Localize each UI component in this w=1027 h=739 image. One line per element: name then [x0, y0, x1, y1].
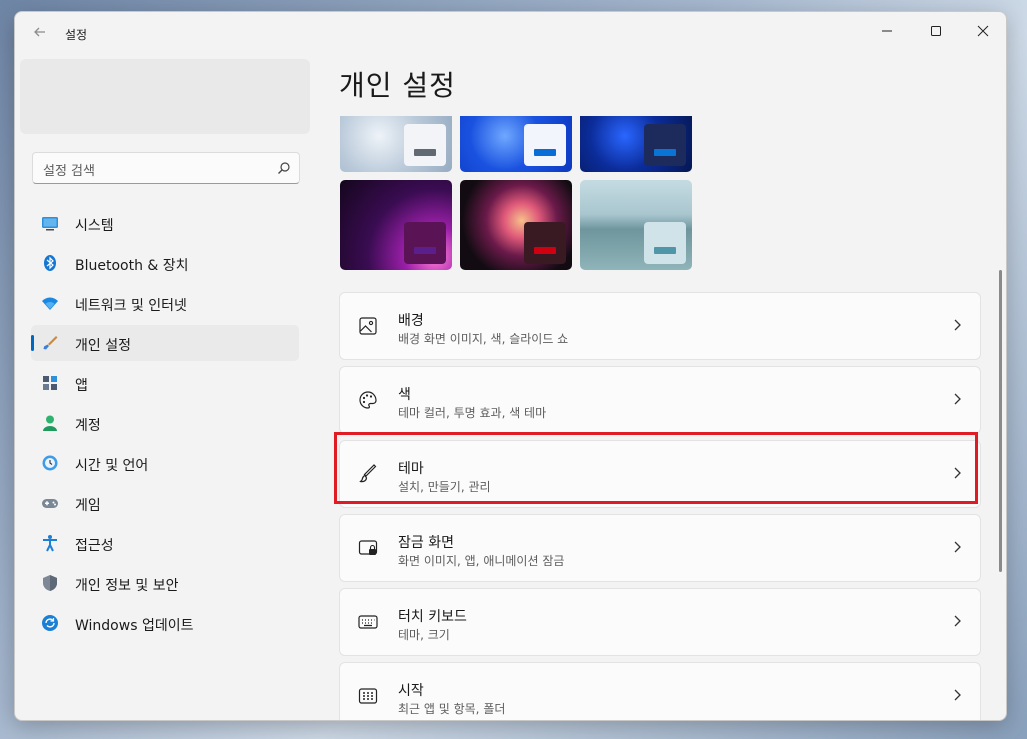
card-lock-screen[interactable]: 잠금 화면 화면 이미지, 앱, 애니메이션 잠금: [339, 514, 981, 582]
sidebar-item-accessibility[interactable]: 접근성: [31, 525, 299, 561]
theme-tile-glow[interactable]: [340, 180, 452, 270]
card-title: 터치 키보드: [398, 609, 467, 625]
chevron-right-icon: [954, 615, 961, 627]
card-start[interactable]: 시작 최근 앱 및 항목, 폴더: [339, 662, 981, 720]
chevron-right-icon: [954, 319, 961, 331]
apps-icon: [43, 376, 57, 390]
card-title: 테마: [398, 461, 424, 477]
sidebar-item-accounts[interactable]: 계정: [31, 405, 299, 441]
sidebar-item-network[interactable]: 네트워크 및 인터넷: [31, 285, 299, 321]
theme-preview-chip: [524, 222, 566, 264]
chevron-right-icon: [954, 541, 961, 553]
shield-icon: [43, 575, 57, 591]
search-placeholder: 설정 검색: [43, 164, 95, 179]
sidebar-item-label: Bluetooth & 장치: [75, 258, 189, 274]
theme-tile-windows-bloom-light[interactable]: [460, 116, 572, 172]
card-subtitle: 테마, 크기: [398, 628, 450, 642]
card-title: 시작: [398, 683, 424, 699]
profile-card[interactable]: [20, 59, 310, 134]
sidebar-item-label: 시간 및 언어: [75, 458, 149, 474]
theme-tile-captured-motion[interactable]: [460, 180, 572, 270]
card-subtitle: 테마 컬러, 투명 효과, 색 테마: [398, 406, 547, 420]
sidebar-item-system[interactable]: 시스템: [31, 205, 299, 241]
card-colors[interactable]: 색 테마 컬러, 투명 효과, 색 테마: [339, 366, 981, 434]
update-icon: [42, 615, 58, 631]
theme-preview-chip: [524, 124, 566, 166]
sidebar-item-bluetooth[interactable]: Bluetooth & 장치: [31, 245, 299, 281]
sidebar-item-time-language[interactable]: 시간 및 언어: [31, 445, 299, 481]
palette-icon: [359, 391, 377, 409]
accessibility-icon: [43, 535, 57, 552]
title-bar: 설정: [15, 12, 1006, 56]
card-touch-keyboard[interactable]: 터치 키보드 테마, 크기: [339, 588, 981, 656]
wifi-icon: [42, 297, 58, 310]
sidebar-item-label: 개인 설정: [75, 338, 131, 354]
paintbrush-icon: [43, 336, 58, 350]
sidebar-item-windows-update[interactable]: Windows 업데이트: [31, 605, 299, 641]
chevron-right-icon: [954, 689, 961, 701]
theme-preview-chip: [404, 222, 446, 264]
app-title: 설정: [65, 28, 88, 42]
card-subtitle: 화면 이미지, 앱, 애니메이션 잠금: [398, 554, 565, 568]
maximize-icon[interactable]: [913, 16, 959, 46]
sidebar-item-privacy[interactable]: 개인 정보 및 보안: [31, 565, 299, 601]
settings-window: 설정 설정 검색 시스템 Bluetooth & 장치 네트워크 및 인터넷 개…: [14, 11, 1007, 721]
card-background[interactable]: 배경 배경 화면 이미지, 색, 슬라이드 쇼: [339, 292, 981, 360]
settings-list: 배경 배경 화면 이미지, 색, 슬라이드 쇼 색 테마 컬러, 투명 효과, …: [339, 292, 981, 720]
arrow-left-icon[interactable]: [29, 23, 51, 45]
theme-tile-windows-light[interactable]: [340, 116, 452, 172]
monitor-icon: [42, 217, 58, 231]
chevron-right-icon: [954, 467, 961, 479]
theme-preview-chip: [644, 222, 686, 264]
keyboard-icon: [358, 615, 378, 629]
sidebar-item-personalization[interactable]: 개인 설정: [31, 325, 299, 361]
card-subtitle: 최근 앱 및 항목, 폴더: [398, 702, 506, 716]
card-subtitle: 배경 화면 이미지, 색, 슬라이드 쇼: [398, 332, 569, 346]
sidebar-item-label: 게임: [75, 498, 101, 514]
theme-tile-flow[interactable]: [580, 180, 692, 270]
sidebar-item-gaming[interactable]: 게임: [31, 485, 299, 521]
sidebar-item-label: Windows 업데이트: [75, 618, 194, 634]
card-themes[interactable]: 테마 설치, 만들기, 관리: [339, 440, 981, 508]
card-title: 색: [398, 387, 411, 403]
card-subtitle: 설치, 만들기, 관리: [398, 480, 491, 494]
sidebar-nav: 시스템 Bluetooth & 장치 네트워크 및 인터넷 개인 설정 앱 계정…: [31, 205, 299, 645]
brush-icon: [359, 464, 377, 483]
bluetooth-icon: [44, 255, 56, 271]
page-title: 개인 설정: [339, 69, 456, 102]
search-icon[interactable]: [277, 160, 291, 179]
clock-globe-icon: [42, 455, 58, 471]
start-icon: [358, 688, 378, 704]
sidebar-item-label: 계정: [75, 418, 101, 434]
person-icon: [43, 415, 57, 431]
scrollbar[interactable]: [999, 270, 1002, 572]
sidebar-item-label: 네트워크 및 인터넷: [75, 298, 187, 314]
sidebar-item-label: 개인 정보 및 보안: [75, 578, 179, 594]
gamepad-icon: [42, 499, 58, 508]
chevron-right-icon: [954, 393, 961, 405]
theme-preview-chip: [644, 124, 686, 166]
sidebar-item-label: 시스템: [75, 218, 114, 234]
minimize-icon[interactable]: [864, 16, 910, 46]
theme-gallery: [340, 116, 700, 271]
image-icon: [359, 317, 377, 335]
theme-tile-windows-bloom-dark[interactable]: [580, 116, 692, 172]
search-input[interactable]: 설정 검색: [32, 152, 300, 184]
theme-preview-chip: [404, 124, 446, 166]
lock-screen-icon: [358, 540, 378, 555]
card-title: 잠금 화면: [398, 535, 454, 551]
sidebar-item-apps[interactable]: 앱: [31, 365, 299, 401]
card-title: 배경: [398, 313, 424, 329]
sidebar-item-label: 앱: [75, 378, 88, 394]
close-icon[interactable]: [960, 16, 1006, 46]
sidebar-item-label: 접근성: [75, 538, 114, 554]
